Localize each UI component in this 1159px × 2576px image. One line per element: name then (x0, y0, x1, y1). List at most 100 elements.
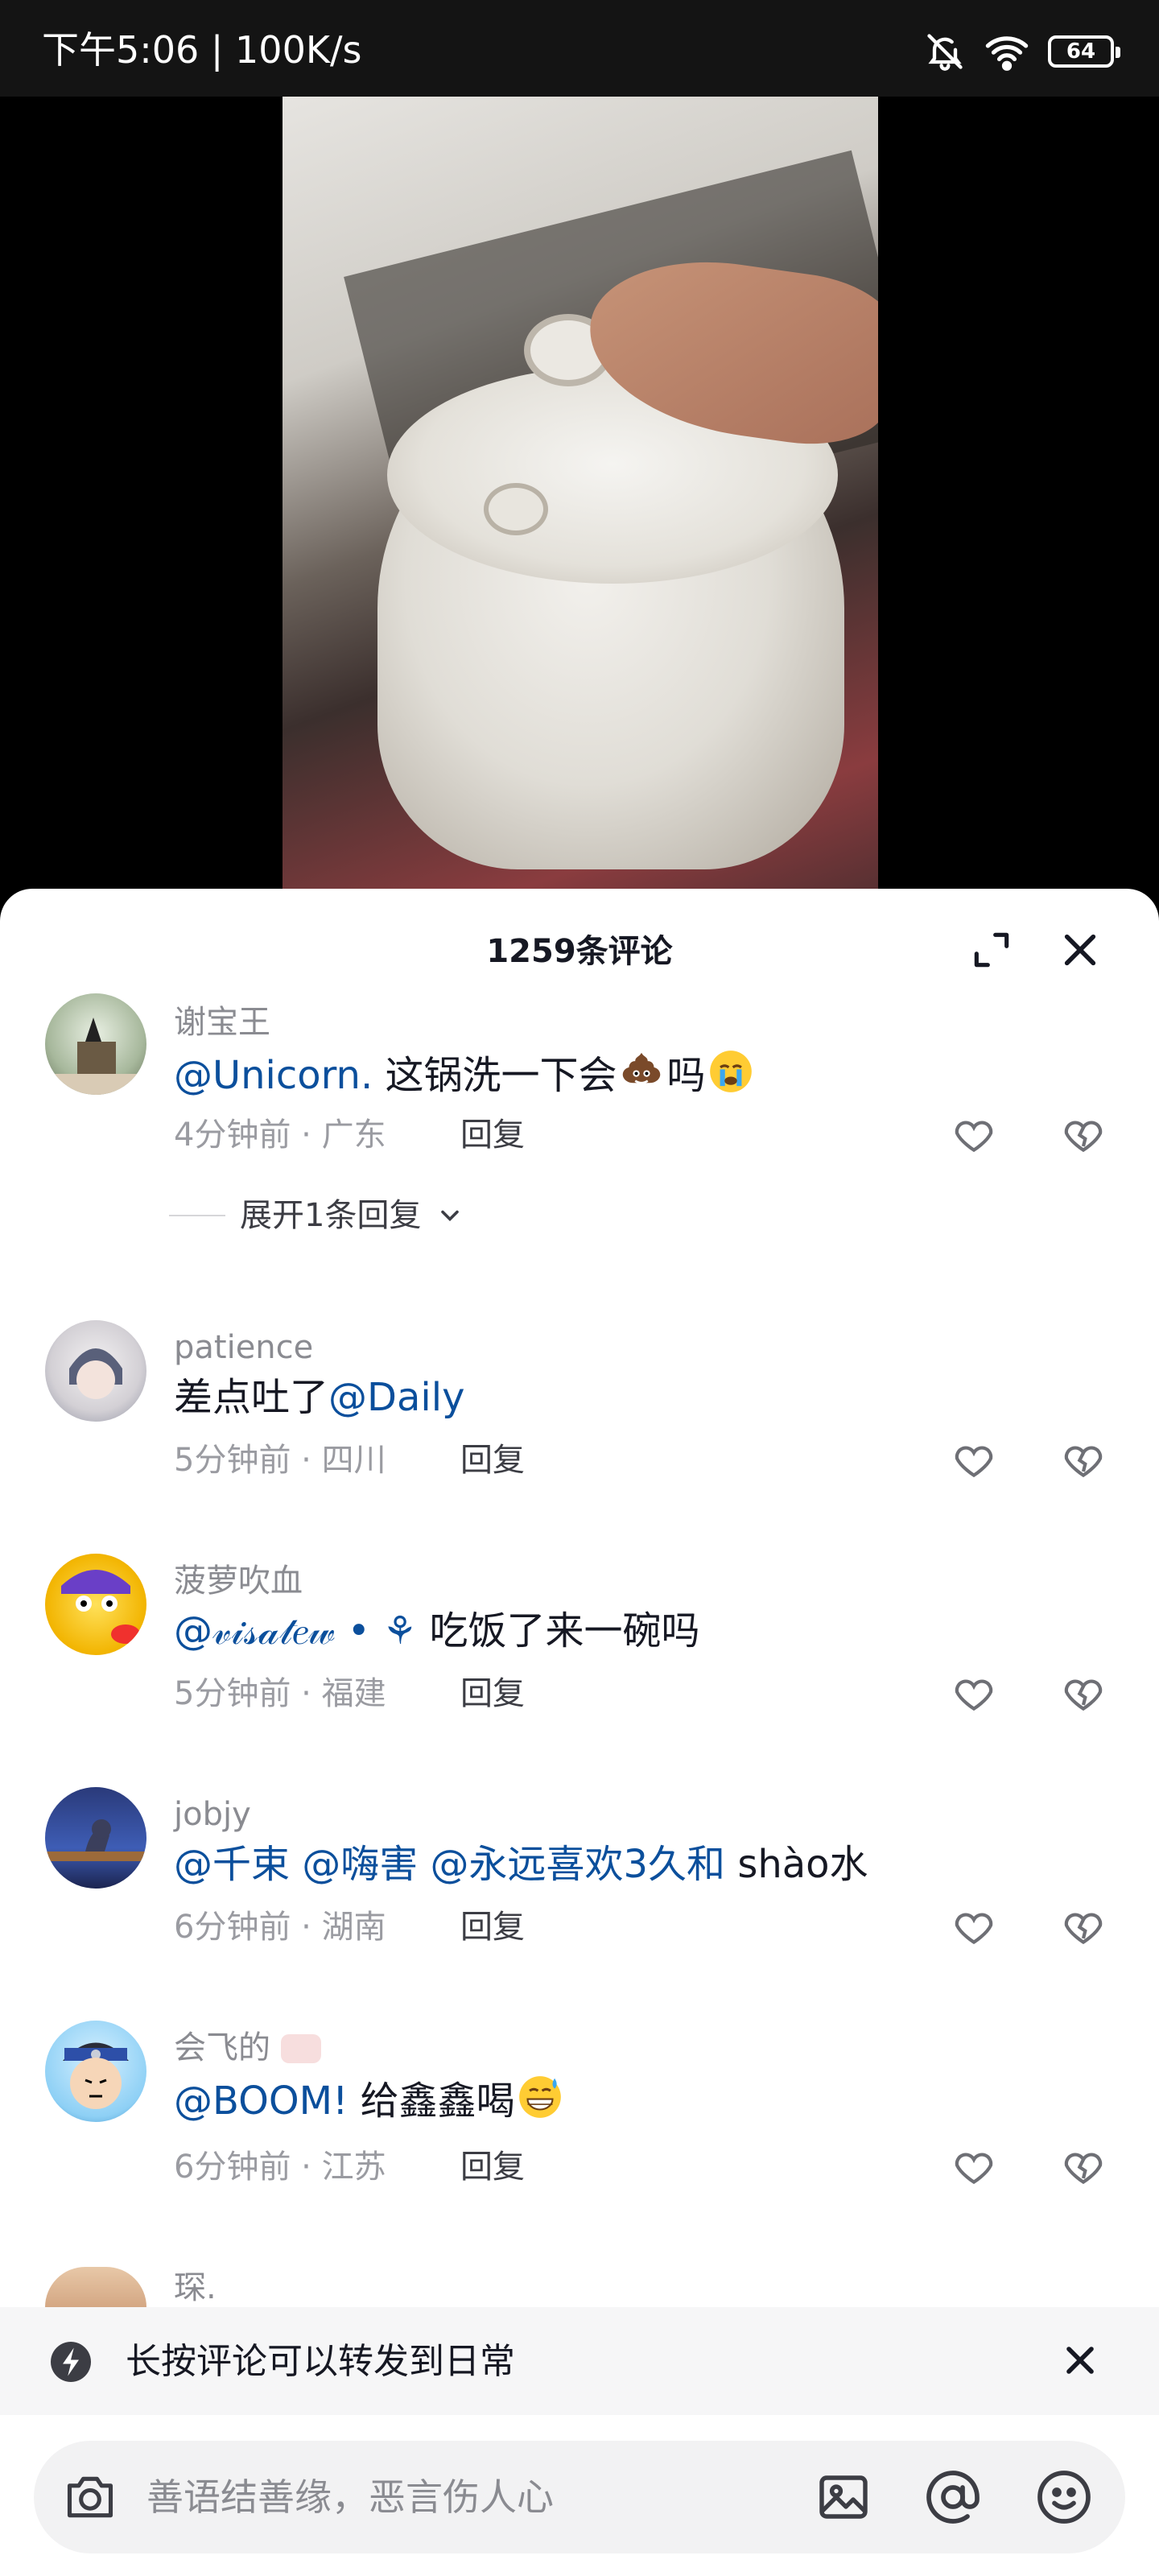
comment-item[interactable]: 谢宝王 @Unicorn. 这锅洗一下会 吗 4分钟前 · 广东 回复 展开1条回… (0, 993, 1159, 1348)
comment-time: 6分钟前 (174, 2149, 291, 2186)
dislike-heart-icon[interactable] (1061, 2145, 1106, 2190)
status-icons: 64 (924, 29, 1120, 74)
comment-input[interactable] (146, 2473, 710, 2521)
like-heart-icon[interactable] (951, 2145, 996, 2190)
comment-location: 湖南 (321, 1909, 386, 1946)
video-frame[interactable] (283, 97, 878, 902)
pink-sticker-icon (280, 2034, 321, 2063)
comment-body: 给鑫鑫喝 (348, 2079, 515, 2124)
avatar[interactable] (45, 1320, 146, 1422)
comment-location: 江苏 (321, 2149, 386, 2186)
dislike-heart-icon[interactable] (1061, 1113, 1106, 1158)
comment-item[interactable]: patience 差点吐了@Daily 5分钟前 · 四川 回复 (0, 1320, 1159, 1513)
reply-button[interactable]: 回复 (460, 2146, 525, 2188)
dislike-heart-icon[interactable] (1061, 1905, 1106, 1950)
expand-icon[interactable] (969, 927, 1014, 972)
meta-dot: · (301, 1675, 322, 1712)
meta-dot: · (301, 1442, 322, 1479)
crying-emoji-icon (709, 1051, 752, 1092)
comment-username[interactable]: 菠萝吹血 (174, 1560, 303, 1602)
comment-mention[interactable]: @千束 @嗨害 @永远喜欢3久和 (174, 1842, 725, 1887)
avatar-figure-icon (63, 2042, 129, 2109)
like-heart-icon[interactable] (951, 1671, 996, 1716)
chevron-down-icon (441, 1210, 460, 1222)
camera-icon[interactable] (61, 2470, 119, 2524)
comment-body: 差点吐了 (174, 1375, 329, 1420)
comment-time: 5分钟前 (174, 1675, 291, 1712)
tip-text: 长按评论可以转发到日常 (126, 2341, 515, 2382)
status-bar: 下午5:06 | 100K/s 64 (0, 0, 1159, 97)
comment-text: @BOOM! 给鑫鑫喝 (174, 2072, 565, 2127)
avatar[interactable] (45, 2267, 146, 2307)
meta-dot: · (301, 1909, 322, 1946)
at-mention-icon[interactable] (924, 2468, 982, 2526)
comment-text: 差点吐了@Daily (174, 1372, 464, 1423)
comment-mention[interactable]: @Daily (328, 1375, 464, 1420)
grin-sweat-emoji-icon (518, 2076, 561, 2118)
avatar[interactable] (45, 1787, 146, 1889)
comment-location: 四川 (321, 1442, 386, 1479)
comment-username[interactable]: 谢宝王 (174, 1001, 270, 1043)
reply-button[interactable]: 回复 (460, 1439, 525, 1481)
meta-dot: · (301, 1117, 322, 1154)
comment-item[interactable]: 琛. (0, 2267, 1159, 2307)
video-scene-button (484, 483, 548, 535)
comment-username[interactable]: 琛. (174, 2267, 217, 2309)
comment-location: 福建 (321, 1675, 386, 1712)
tip-banner: 长按评论可以转发到日常 (0, 2307, 1159, 2415)
comment-item[interactable]: 菠萝吹血 @𝓋𝒾𝓈𝒶𝓉𝑒𝓌 • ⚘ 吃饭了来一碗吗 5分钟前 · 福建 回复 (0, 1554, 1159, 1747)
reply-button[interactable]: 回复 (460, 1114, 525, 1156)
comment-body: shào水 (725, 1842, 868, 1887)
comment-input-pill[interactable] (34, 2441, 1125, 2553)
emoji-icon[interactable] (1035, 2468, 1093, 2526)
close-icon[interactable] (1058, 2338, 1103, 2383)
comment-meta: 5分钟前 · 四川 (174, 1439, 386, 1481)
comment-meta: 6分钟前 · 湖南 (174, 1906, 386, 1948)
like-heart-icon[interactable] (951, 1113, 996, 1158)
battery-icon: 64 (1048, 35, 1120, 68)
divider-line (169, 1215, 225, 1216)
comment-item[interactable]: jobjy @千束 @嗨害 @永远喜欢3久和 shào水 6分钟前 · 湖南 回… (0, 1787, 1159, 1980)
comment-meta: 5分钟前 · 福建 (174, 1673, 386, 1715)
image-icon[interactable] (815, 2468, 872, 2526)
avatar-figure-icon (69, 1348, 122, 1399)
comment-text: @Unicorn. 这锅洗一下会 吗 (174, 1046, 756, 1101)
lightning-icon (51, 2342, 92, 2382)
comment-username-text: 会飞的 (174, 2029, 270, 2066)
comment-time: 6分钟前 (174, 1909, 291, 1946)
comment-username[interactable]: 会飞的 (174, 2027, 321, 2069)
comment-meta: 6分钟前 · 江苏 (174, 2146, 386, 2188)
like-heart-icon[interactable] (951, 1438, 996, 1483)
video-player[interactable] (0, 97, 1159, 902)
poop-emoji-icon (623, 1052, 661, 1084)
comment-meta: 4分钟前 · 广东 (174, 1114, 386, 1156)
reply-button[interactable]: 回复 (460, 1673, 525, 1715)
dislike-heart-icon[interactable] (1061, 1438, 1106, 1483)
comment-username[interactable]: patience (174, 1327, 313, 1368)
avatar[interactable] (45, 1554, 146, 1655)
expand-replies-label: 展开1条回复 (240, 1197, 422, 1234)
comment-body: 这锅洗一下会 (373, 1053, 617, 1098)
status-time: 下午5:06 | 100K/s (42, 28, 362, 72)
avatar[interactable] (45, 2021, 146, 2122)
comment-mention[interactable]: @BOOM! (174, 2079, 348, 2124)
comment-location: 广东 (321, 1117, 386, 1154)
comment-text: @𝓋𝒾𝓈𝒶𝓉𝑒𝓌 • ⚘ 吃饭了来一碗吗 (174, 1605, 700, 1657)
reply-button[interactable]: 回复 (460, 1906, 525, 1948)
comment-item[interactable]: 会飞的 @BOOM! 给鑫鑫喝 6分钟前 · 江苏 回复 (0, 2021, 1159, 2222)
close-icon[interactable] (1058, 927, 1103, 972)
comment-text: @千束 @嗨害 @永远喜欢3久和 shào水 (174, 1839, 868, 1890)
avatar-figure-icon (45, 1018, 146, 1095)
comment-mention[interactable]: @Unicorn. (174, 1053, 373, 1098)
avatar[interactable] (45, 993, 146, 1095)
comment-username[interactable]: jobjy (174, 1794, 251, 1835)
comment-body-end: 吗 (666, 1053, 706, 1098)
dislike-heart-icon[interactable] (1061, 1671, 1106, 1716)
like-heart-icon[interactable] (951, 1905, 996, 1950)
expand-replies-button[interactable]: 展开1条回复 (169, 1195, 464, 1236)
mute-bell-icon (927, 34, 963, 71)
wifi-icon (985, 36, 1029, 71)
meta-dot: · (301, 2149, 322, 2186)
battery-level: 64 (1066, 39, 1096, 64)
comment-mention[interactable]: @𝓋𝒾𝓈𝒶𝓉𝑒𝓌 • ⚘ (174, 1608, 417, 1653)
